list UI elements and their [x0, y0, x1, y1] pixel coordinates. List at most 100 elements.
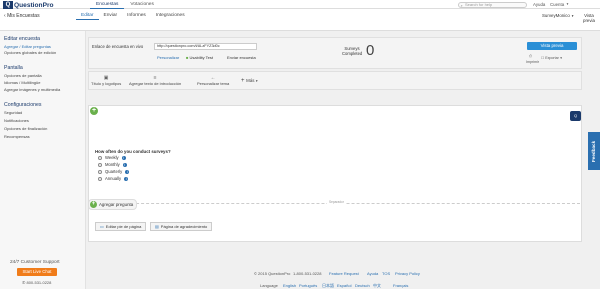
preview-label-2: previa [583, 18, 595, 23]
back-to-surveys[interactable]: ‹ Mis Encuestas [4, 13, 40, 19]
sidebar: Editar encuesta Agregar / Editar pregunt… [0, 31, 86, 289]
option-label: Annually [105, 176, 122, 181]
tab-informes[interactable]: Informes [122, 12, 151, 20]
radio-button[interactable] [98, 162, 102, 167]
plus-circle-icon: + [90, 201, 97, 208]
language-chinese[interactable]: 中文 [373, 283, 381, 289]
footer-link-feature-request[interactable]: Feature Request [329, 271, 359, 276]
info-icon[interactable]: i [122, 162, 127, 167]
help-chat-badge[interactable]: Q [570, 111, 581, 121]
search-icon: ⌕ [460, 2, 463, 8]
live-link-label: Enlace de encuesta en vivo [92, 44, 144, 49]
completed-count: 0 [366, 42, 375, 59]
language-japanese[interactable]: 日本語 [322, 283, 334, 289]
send-survey-link[interactable]: Enviar encuesta [227, 55, 256, 60]
info-icon[interactable]: i [125, 169, 130, 174]
preview-link[interactable]: Vista previa [583, 13, 595, 23]
radio-button[interactable] [98, 176, 102, 181]
footer-link-privacy[interactable]: Privacy Policy [395, 271, 420, 276]
separator-label: Separador [327, 200, 346, 204]
more-menu[interactable]: + Más ▼ [241, 78, 258, 84]
surveys-completed-label: Surveys Completed [342, 46, 362, 56]
sidebar-item-notifications[interactable]: Notificaciones [4, 118, 29, 123]
thank-you-label: Página de agradecimiento [160, 224, 208, 229]
back-label: Mis Encuestas [7, 13, 40, 19]
export-menu[interactable]: ☐ Exportar ▼ [541, 56, 563, 60]
option-monthly[interactable]: Monthly i [98, 162, 127, 167]
survey-name-dropdown[interactable]: SurveyMonico ▼ [542, 13, 574, 18]
info-icon[interactable]: i [121, 155, 126, 160]
add-element-top-button[interactable]: + [90, 107, 98, 115]
add-intro-text-tool[interactable]: ≡ Agregar texto de introducción [129, 75, 181, 86]
title-logos-label: Título y logotipos [91, 81, 122, 86]
customize-theme-tool[interactable]: ← Personalizar tema [197, 75, 229, 86]
question-text: How often do you conduct surveys? [95, 149, 171, 154]
brand-name: QuestionPro [14, 1, 54, 9]
language-label: Language [260, 283, 278, 288]
feedback-tab[interactable]: Feedback [588, 132, 600, 170]
start-live-chat-button[interactable]: Start Live Chat [17, 268, 57, 276]
personalize-link[interactable]: Personalizar [157, 55, 179, 60]
edit-footer-button[interactable]: ▭ Editar pie de página [95, 222, 147, 231]
tab-editar[interactable]: Editar [76, 12, 99, 20]
option-weekly[interactable]: Weekly i [98, 155, 126, 160]
radio-button[interactable] [98, 155, 102, 160]
surveys-label-2: Completed [342, 51, 363, 56]
customize-theme-label: Personalizar tema [197, 81, 230, 86]
sidebar-item-global-options[interactable]: Opciones globales de edición [4, 50, 56, 55]
support-phone-number: 800-531-0228 [26, 280, 52, 285]
help-menu[interactable]: Ayuda [533, 0, 545, 9]
option-label: Quarterly [105, 169, 123, 174]
footer-link-help[interactable]: Ayuda [367, 271, 378, 276]
account-chevron-icon[interactable]: ▼ [566, 0, 569, 9]
search-input[interactable]: ⌕ Search for help [458, 2, 527, 8]
sidebar-item-screen-options[interactable]: Opciones de pantalla [4, 73, 42, 78]
sidebar-item-add-edit-questions[interactable]: Agregar / Editar preguntas [4, 44, 51, 49]
footer-link-tos[interactable]: TOS [382, 271, 390, 276]
brand-logo-mark: Q [3, 1, 13, 9]
usability-test-link[interactable]: ■ Usability Test [186, 55, 213, 60]
support-phone: ✆ 800-531-0228 [22, 280, 51, 285]
info-icon[interactable]: i [124, 176, 129, 181]
sidebar-item-rewards[interactable]: Recompensas [4, 134, 30, 139]
footer-icon: ▭ [100, 224, 104, 229]
language-german[interactable]: Deutsch [355, 283, 370, 288]
language-french[interactable]: Français [393, 283, 408, 288]
print-link[interactable]: Imprimir [526, 60, 539, 64]
design-toolbar: ▣ Título y logotipos ≡ Agregar texto de … [88, 71, 582, 90]
sidebar-item-add-images[interactable]: Agregar imágenes y multimedia [4, 87, 60, 92]
account-menu[interactable]: Cuenta [550, 0, 564, 9]
sidebar-item-finish-options[interactable]: Opciones de finalización [4, 126, 47, 131]
survey-name: SurveyMonico [542, 13, 570, 18]
language-portuguese[interactable]: Português [299, 283, 317, 288]
sidebar-section-screen: Pantalla [4, 65, 23, 71]
survey-info-panel: Enlace de encuesta en vivo http://questi… [88, 37, 582, 69]
thank-you-page-button[interactable]: ▤ Página de agradecimiento [150, 222, 213, 231]
add-question-button[interactable]: + Agregar pregunta [88, 199, 138, 210]
language-english[interactable]: English [283, 283, 296, 288]
language-spanish[interactable]: Español [337, 283, 351, 288]
option-annually[interactable]: Annually i [98, 176, 129, 181]
page-icon: ▤ [155, 224, 159, 229]
sidebar-item-security[interactable]: Seguridad [4, 110, 22, 115]
sidebar-section-edit: Editar encuesta [4, 36, 41, 42]
brand-logo[interactable]: Q QuestionPro [3, 1, 54, 9]
search-placeholder: Search for help [465, 2, 493, 7]
tab-enviar[interactable]: Enviar [99, 12, 123, 20]
chevron-down-icon: ▼ [254, 79, 259, 83]
tab-encuestas[interactable]: Encuestas [90, 0, 125, 9]
survey-url-field[interactable]: http://questionpro.com/t/ALzFYZ3d0c [154, 43, 257, 50]
preview-button[interactable]: Vista previa [527, 42, 577, 50]
option-quarterly[interactable]: Quarterly i [98, 169, 130, 174]
tab-votaciones[interactable]: Votaciones [124, 0, 159, 9]
survey-tabs: Editar Enviar Informes Integraciones [76, 12, 190, 20]
top-tabs: Encuestas Votaciones [90, 0, 160, 9]
option-label: Weekly [105, 155, 119, 160]
tab-integraciones[interactable]: Integraciones [151, 12, 190, 20]
sidebar-item-languages[interactable]: Idiomas / Multilingüe [4, 80, 40, 85]
print-icon[interactable]: ⎙ [529, 54, 532, 58]
radio-button[interactable] [98, 169, 102, 174]
add-intro-label: Agregar texto de introducción [129, 81, 182, 86]
add-question-label: Agregar pregunta [99, 202, 134, 207]
title-logos-tool[interactable]: ▣ Título y logotipos [91, 75, 121, 86]
